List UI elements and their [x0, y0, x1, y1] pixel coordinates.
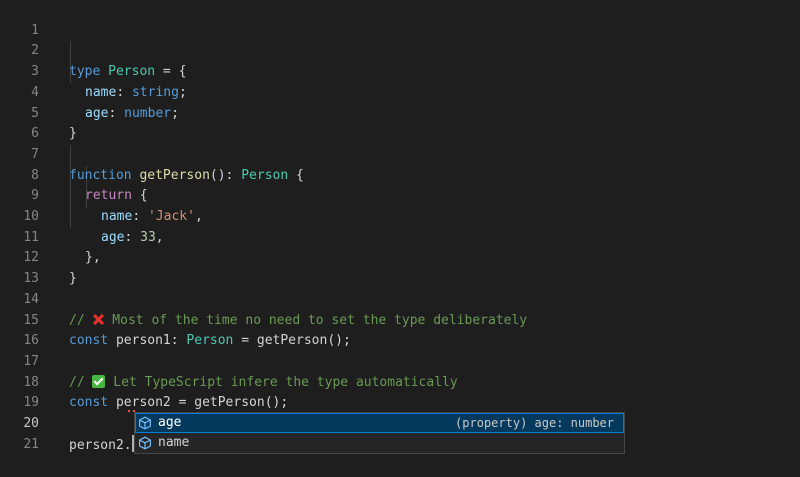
token-punct: .: [123, 437, 132, 453]
code-line[interactable]: 12 }: [0, 228, 800, 286]
code-line[interactable]: 14 // Most of the time no need to set th…: [0, 269, 800, 328]
code-line[interactable]: 7 function getPerson(): Person {: [0, 124, 800, 183]
suggestion-label: age: [158, 415, 182, 430]
code-line[interactable]: 9 name: 'Jack',: [0, 166, 800, 224]
code-line-active[interactable]: 20 person2.: [0, 393, 800, 453]
code-line[interactable]: 1: [0, 0, 800, 38]
suggestion-item-age[interactable]: age (property) age: number: [135, 413, 624, 433]
code-line[interactable]: 4 age: number;: [0, 62, 800, 121]
token-variable: person2: [69, 437, 124, 453]
suggestion-detail: (property) age: number: [455, 416, 614, 430]
property-cube-icon: [138, 416, 152, 430]
code-line[interactable]: 6: [0, 104, 800, 141]
code-line[interactable]: 5 }: [0, 83, 800, 142]
suggestion-item-name[interactable]: name: [135, 433, 624, 453]
code-editor[interactable]: 1 2 type Person = { 3 name: string; 4 ag…: [0, 0, 800, 477]
code-text: person2.: [69, 434, 134, 457]
code-line[interactable]: 19: [0, 373, 800, 410]
code-line[interactable]: 18 const person2 = getPerson();: [0, 352, 800, 411]
code-line[interactable]: 13: [0, 248, 800, 286]
property-cube-icon: [138, 436, 152, 450]
code-line[interactable]: 17 // Let TypeScript infere the type aut…: [0, 331, 800, 390]
code-line[interactable]: 11 },: [0, 207, 800, 266]
code-line[interactable]: 2 type Person = {: [0, 21, 800, 79]
line-number: 21: [23, 436, 39, 452]
autocomplete-widget[interactable]: age (property) age: number name: [134, 412, 625, 454]
code-line[interactable]: 8 return {: [0, 145, 800, 204]
code-line[interactable]: 15 const person1: Person = getPerson();: [0, 290, 800, 349]
code-line[interactable]: 16: [0, 311, 800, 348]
code-line[interactable]: 10 age: 33,: [0, 186, 800, 245]
suggestion-label: name: [158, 435, 190, 450]
code-line[interactable]: 3 name: string;: [0, 41, 800, 100]
